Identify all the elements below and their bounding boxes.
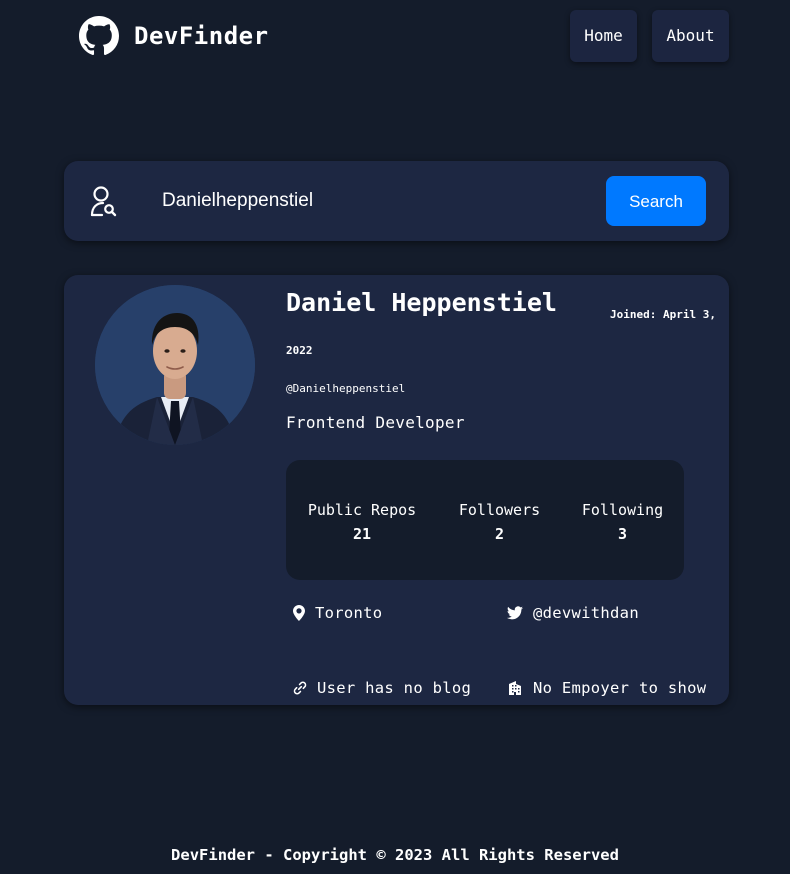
stat-followers: Followers 2	[452, 498, 547, 546]
github-icon[interactable]	[79, 16, 119, 56]
footer-copyright: DevFinder - Copyright © 2023 All Rights …	[171, 846, 619, 864]
joined-date: Joined: April 3, 2022	[286, 308, 716, 357]
user-search-icon	[90, 186, 117, 217]
nav-about-button[interactable]: About	[652, 10, 729, 62]
stat-value: 3	[617, 525, 628, 543]
twitter-handle[interactable]: @devwithdan	[533, 601, 639, 625]
stat-public-repos: Public Repos 21	[302, 498, 422, 546]
stat-label: Followers	[458, 501, 541, 519]
avatar	[95, 285, 255, 445]
location-row: Toronto	[293, 601, 382, 625]
stats-panel: Public Repos 21 Followers 2 Following 3	[286, 460, 684, 580]
twitter-icon	[507, 606, 523, 620]
location-text: Toronto	[315, 604, 383, 622]
stat-value: 2	[494, 525, 505, 543]
blog-row: User has no blog	[293, 676, 471, 700]
map-pin-icon	[293, 605, 305, 621]
nav-home-button[interactable]: Home	[570, 10, 637, 62]
user-bio: Frontend Developer	[286, 413, 465, 432]
brand-name[interactable]: DevFinder	[134, 20, 269, 52]
user-login[interactable]: @Danielheppenstiel	[286, 381, 405, 397]
company-row: No Empoyer to show	[507, 676, 706, 700]
stat-label: Public Repos	[307, 501, 417, 519]
building-icon	[509, 681, 521, 695]
stat-following: Following 3	[575, 498, 670, 546]
company-text: No Empoyer to show	[533, 679, 707, 697]
blog-text: User has no blog	[317, 679, 472, 697]
stat-value: 21	[352, 525, 372, 543]
header: DevFinder Home About	[0, 0, 790, 80]
profile-card: Daniel Heppenstiel Joined: April 3, 2022…	[64, 275, 729, 705]
avatar-photo	[95, 285, 255, 445]
search-button[interactable]: Search	[606, 176, 706, 226]
link-icon	[293, 681, 307, 695]
search-input[interactable]	[160, 181, 580, 221]
stat-label: Following	[581, 501, 664, 519]
search-bar: Search	[64, 161, 729, 241]
twitter-row[interactable]: @devwithdan	[507, 601, 639, 625]
